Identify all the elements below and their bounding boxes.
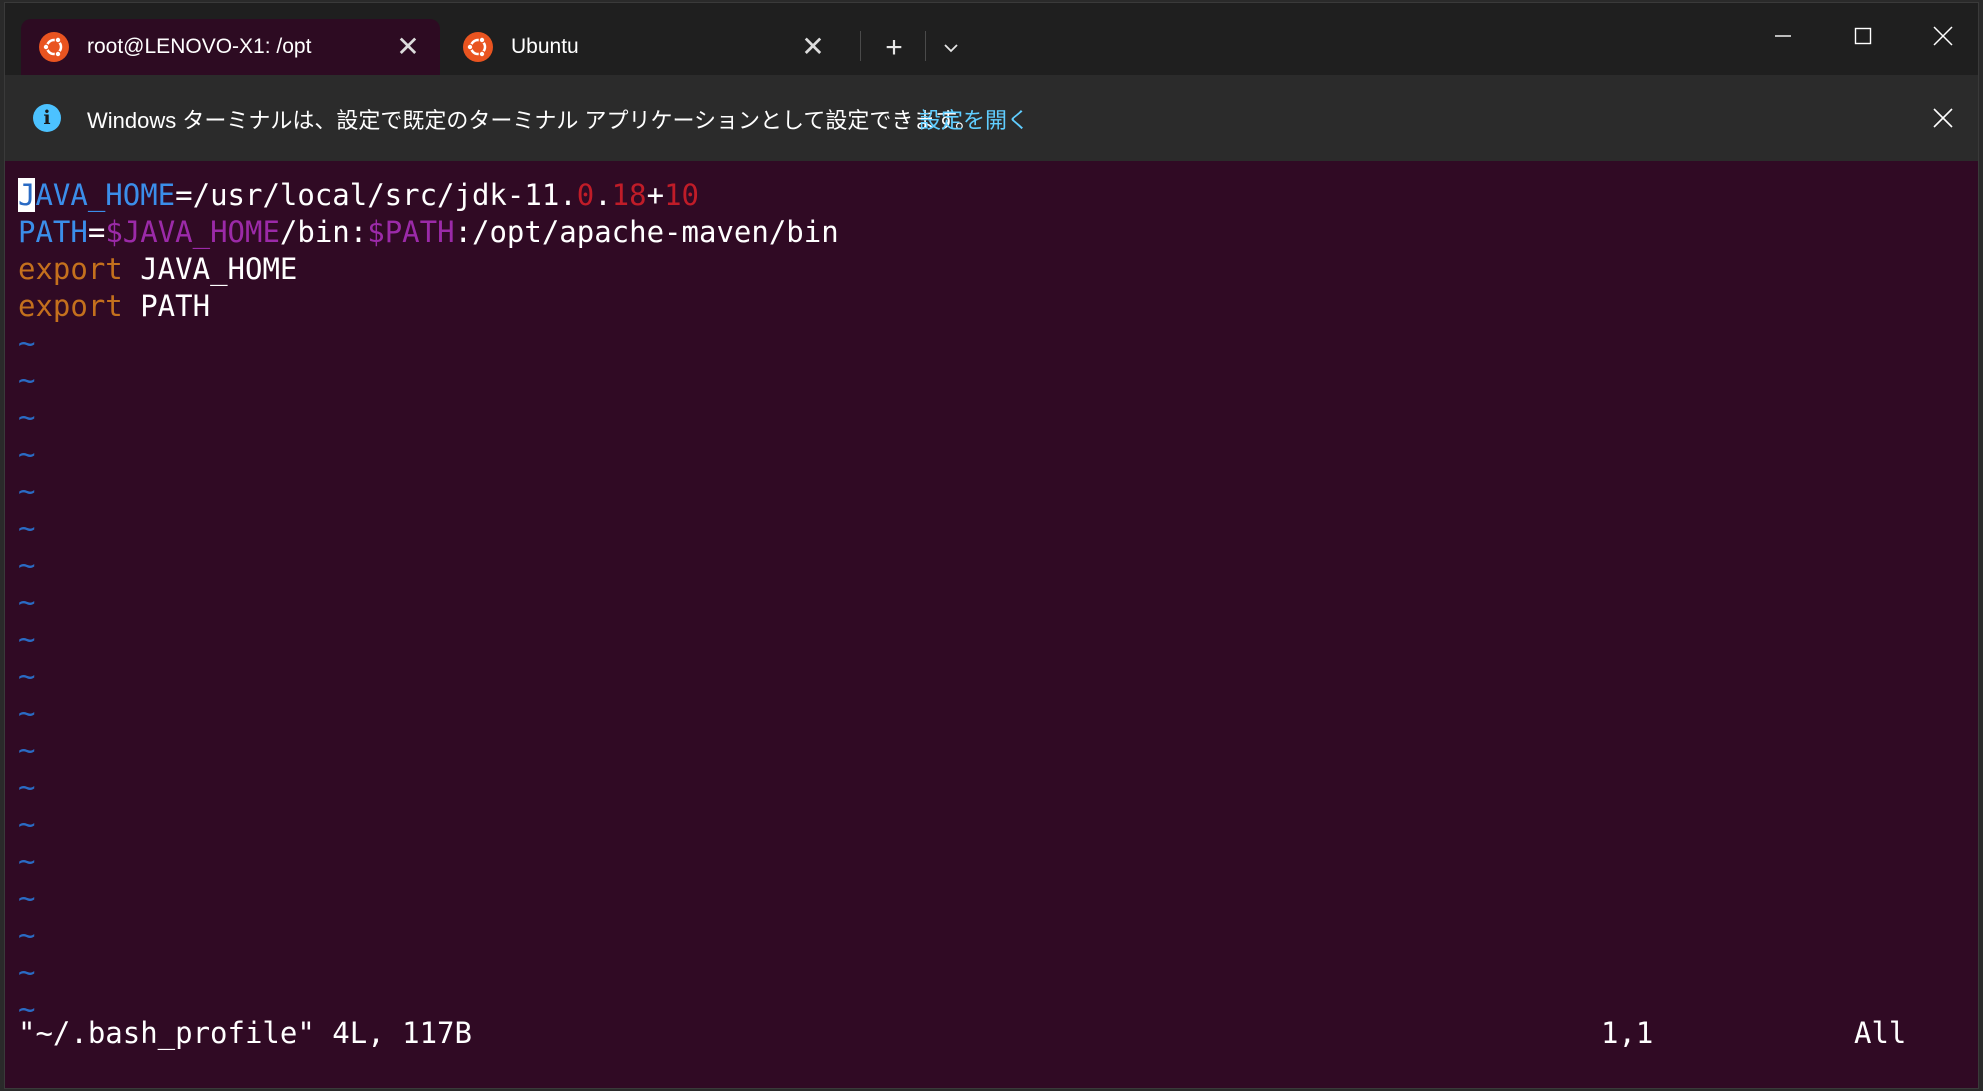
editor-line-3: export JAVA_HOME — [18, 252, 298, 286]
close-icon — [1933, 108, 1953, 128]
status-scroll-position: All — [1854, 1016, 1907, 1050]
close-icon — [1933, 26, 1953, 46]
tab-ubuntu[interactable]: Ubuntu ✕ — [445, 19, 845, 75]
minimize-icon — [1775, 35, 1791, 37]
tilde-line: ~ — [18, 511, 36, 545]
editor-line-4: export PATH — [18, 289, 211, 323]
close-tab-icon[interactable]: ✕ — [388, 27, 428, 67]
tab-root-opt[interactable]: root@LENOVO-X1: /opt ✕ — [21, 19, 440, 75]
tilde-line: ~ — [18, 659, 36, 693]
tilde-line: ~ — [18, 622, 36, 656]
text-cursor: J — [18, 178, 36, 212]
close-window-button[interactable] — [1903, 3, 1983, 69]
terminal-pane[interactable]: JAVA_HOME=/usr/local/src/jdk-11.0.18+10 … — [5, 161, 1978, 1088]
ubuntu-icon — [463, 32, 493, 62]
tilde-line: ~ — [18, 585, 36, 619]
tilde-line: ~ — [18, 548, 36, 582]
maximize-icon — [1854, 27, 1872, 45]
tilde-line: ~ — [18, 881, 36, 915]
editor-line-1: JAVA_HOME=/usr/local/src/jdk-11.0.18+10 — [18, 178, 699, 212]
tilde-line: ~ — [18, 955, 36, 989]
new-tab-button[interactable]: + — [870, 27, 918, 69]
tilde-line: ~ — [18, 400, 36, 434]
tilde-line: ~ — [18, 474, 36, 508]
tilde-line: ~ — [18, 733, 36, 767]
tab-title: Ubuntu — [511, 35, 579, 58]
info-bar: i Windows ターミナルは、設定で既定のターミナル アプリケーションとして… — [5, 75, 1978, 161]
tab-title: root@LENOVO-X1: /opt — [87, 35, 312, 58]
title-bar: root@LENOVO-X1: /opt ✕ Ubuntu ✕ + — [5, 3, 1978, 75]
tab-separator — [925, 31, 926, 61]
dismiss-info-button[interactable] — [1922, 97, 1964, 139]
tilde-line: ~ — [18, 326, 36, 360]
tilde-line: ~ — [18, 844, 36, 878]
status-file-info: "~/.bash_profile" 4L, 117B — [18, 1016, 472, 1050]
open-settings-link[interactable]: 設定を開く — [919, 103, 1029, 135]
tab-separator — [860, 31, 861, 61]
tilde-line: ~ — [18, 770, 36, 804]
tab-dropdown-button[interactable] — [930, 27, 972, 69]
editor-line-2: PATH=$JAVA_HOME/bin:$PATH:/opt/apache-ma… — [18, 215, 839, 249]
tilde-line: ~ — [18, 696, 36, 730]
tilde-line: ~ — [18, 437, 36, 471]
info-message: Windows ターミナルは、設定で既定のターミナル アプリケーションとして設定… — [87, 108, 978, 133]
chevron-down-icon — [944, 44, 958, 53]
terminal-window: root@LENOVO-X1: /opt ✕ Ubuntu ✕ + i Wind… — [4, 2, 1979, 1089]
close-tab-icon[interactable]: ✕ — [793, 27, 833, 67]
minimize-button[interactable] — [1743, 3, 1823, 69]
tilde-line: ~ — [18, 807, 36, 841]
ubuntu-icon — [39, 32, 69, 62]
info-icon: i — [33, 104, 61, 132]
maximize-button[interactable] — [1823, 3, 1903, 69]
tilde-line: ~ — [18, 363, 36, 397]
status-cursor-position: 1,1 — [1601, 1016, 1654, 1050]
tilde-line: ~ — [18, 918, 36, 952]
